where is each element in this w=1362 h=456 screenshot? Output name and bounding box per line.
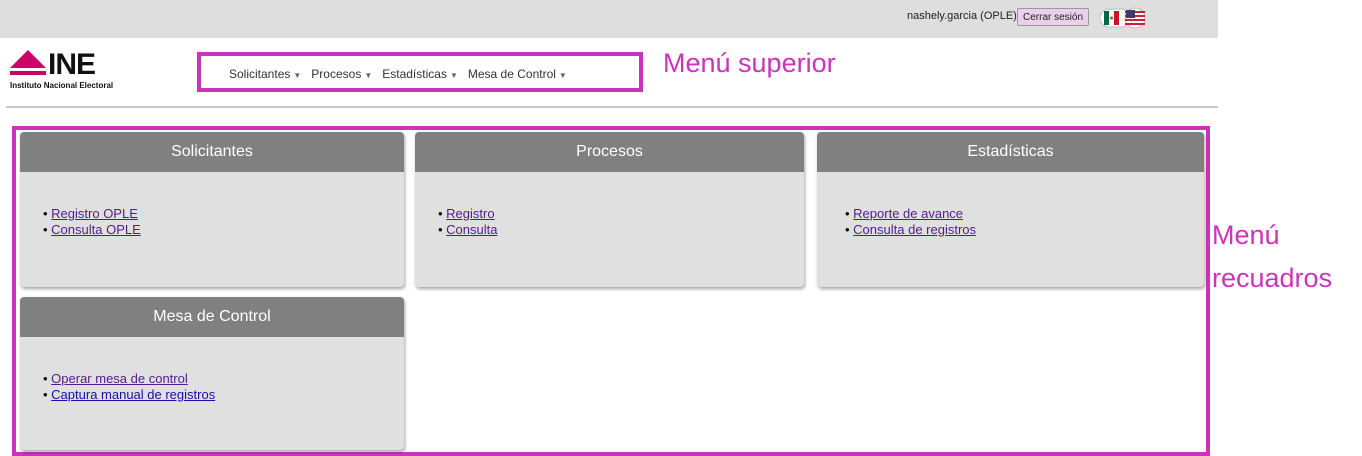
list-item: • Registro OPLE (43, 206, 138, 221)
caret-down-icon: ▼ (449, 71, 458, 80)
caret-down-icon: ▼ (364, 71, 373, 80)
annotation-top-menu: Menú superior (663, 48, 836, 78)
card-title: Estadísticas (817, 132, 1204, 172)
link-registro[interactable]: Registro (446, 206, 494, 221)
list-item: • Registro (438, 206, 495, 221)
logo-text: INE (48, 48, 96, 81)
card-links: • Registro OPLE • Consulta OPLE (43, 206, 141, 238)
logo-subtitle: Instituto Nacional Electoral (10, 81, 114, 90)
caret-down-icon: ▼ (558, 71, 567, 80)
nav-label: Mesa de Control (467, 67, 556, 81)
link-reporte-de-avance[interactable]: Reporte de avance (853, 206, 963, 221)
list-item: • Consulta (438, 222, 498, 237)
top-menu: Solicitantes ▼ Procesos ▼ Estadísticas ▼ Me… (197, 52, 643, 92)
link-consulta[interactable]: Consulta (446, 222, 497, 237)
caret-down-icon: ▼ (293, 71, 302, 80)
nav-label: Estadísticas (382, 67, 447, 81)
nav-procesos[interactable]: Procesos ▼ (311, 67, 372, 81)
card-links: • Operar mesa de control • Captura manua… (43, 371, 215, 403)
header-divider (6, 106, 1218, 108)
annotation-line: recuadros (1212, 263, 1333, 293)
nav-mesa-de-control[interactable]: Mesa de Control ▼ (468, 67, 567, 81)
user-name: nashely.garcia (OPLE) (907, 10, 1017, 22)
card-estadisticas: Estadísticas • Reporte de avance • Consu… (817, 132, 1204, 287)
list-item: • Reporte de avance (845, 206, 964, 221)
logo-diamond-icon (10, 50, 46, 75)
card-solicitantes: Solicitantes • Registro OPLE • Consulta … (20, 132, 404, 287)
card-title: Solicitantes (20, 132, 404, 172)
list-item: • Consulta OPLE (43, 222, 141, 237)
logout-button[interactable]: Cerrar sesión (1017, 8, 1090, 26)
language-toggle[interactable] (1099, 7, 1148, 29)
link-registro-ople[interactable]: Registro OPLE (51, 206, 138, 221)
annotation-line: Menú (1212, 220, 1280, 250)
card-links: • Reporte de avance • Consulta de regist… (845, 206, 976, 238)
nav-estadisticas[interactable]: Estadísticas ▼ (382, 67, 458, 81)
link-consulta-de-registros[interactable]: Consulta de registros (853, 222, 976, 237)
list-item: • Consulta de registros (845, 222, 977, 237)
link-operar-mesa-de-control[interactable]: Operar mesa de control (51, 371, 188, 386)
card-procesos: Procesos • Registro • Consulta (415, 132, 804, 287)
link-consulta-ople[interactable]: Consulta OPLE (51, 222, 141, 237)
list-item: • Captura manual de registros (43, 387, 216, 402)
link-captura-manual-de-registros[interactable]: Captura manual de registros (51, 387, 215, 402)
list-item: • Operar mesa de control (43, 371, 188, 386)
ine-logo[interactable]: INE Instituto Nacional Electoral (10, 48, 160, 92)
nav-solicitantes[interactable]: Solicitantes ▼ (229, 67, 301, 81)
card-title: Procesos (415, 132, 804, 172)
nav-label: Solicitantes (229, 67, 291, 81)
card-title: Mesa de Control (20, 297, 404, 337)
annotation-box-menu: Menú recuadros (1212, 214, 1332, 300)
flag-icon (1099, 7, 1146, 29)
top-bar: nashely.garcia (OPLE) Cerrar sesión (0, 0, 1218, 38)
card-mesa-de-control: Mesa de Control • Operar mesa de control… (20, 297, 404, 450)
card-links: • Registro • Consulta (438, 206, 497, 238)
nav-label: Procesos (311, 67, 362, 81)
